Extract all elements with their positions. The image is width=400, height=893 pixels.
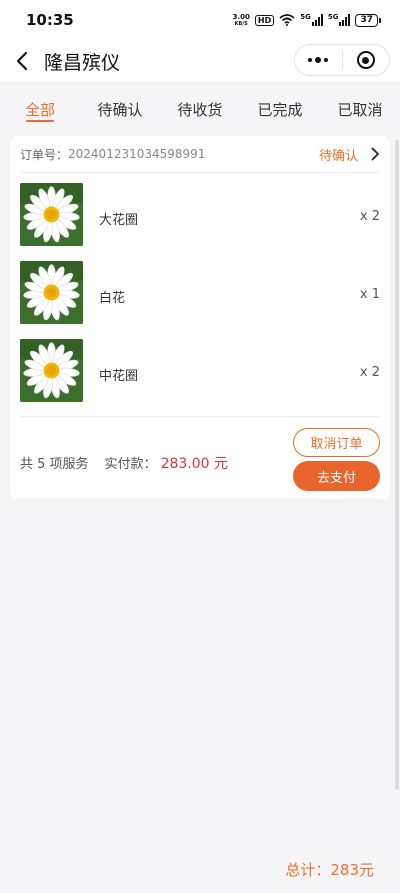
chevron-left-icon — [16, 51, 28, 71]
nav-bar: 隆昌殡仪 — [0, 40, 400, 82]
total-label: 总计： — [285, 861, 331, 879]
mini-program-capsule — [294, 44, 390, 76]
chevron-right-icon — [371, 147, 379, 161]
tab-pending-receipt[interactable]: 待收货 — [160, 82, 240, 132]
tab-all[interactable]: 全部 — [0, 82, 80, 132]
order-status: 待确认 — [318, 148, 358, 164]
total-bar: 总计： 283元 — [0, 846, 400, 893]
item-name: 白花 — [99, 291, 126, 306]
item-quantity: x 1 — [359, 287, 380, 302]
order-summary: 共 5 项服务 实付款： 283.00 元 — [20, 453, 228, 473]
tab-cancelled[interactable]: 已取消 — [320, 82, 400, 132]
close-button[interactable] — [343, 45, 390, 75]
paid-label: 实付款： — [104, 457, 157, 472]
tab-completed[interactable]: 已完成 — [240, 82, 320, 132]
order-status-tabs: 全部 待确认 待收货 已完成 已取消 — [0, 82, 400, 132]
wifi-icon — [279, 14, 295, 26]
order-header: 订单号： 202401231034598991 待确认 — [20, 136, 380, 173]
order-items: 大花圈 x 2 白花 x 1 中花圈 x 2 — [20, 181, 380, 415]
network-speed: 3.00 KB/S — [232, 12, 250, 27]
daisy-flower-image — [20, 183, 83, 246]
list-item[interactable]: 白花 x 1 — [20, 259, 380, 337]
paid-amount: 283.00 元 — [160, 456, 228, 472]
item-quantity: x 2 — [359, 365, 380, 380]
cancel-order-button[interactable]: 取消订单 — [293, 428, 380, 457]
signal-1-label: 5G — [300, 13, 311, 21]
page-title: 隆昌殡仪 — [44, 51, 121, 74]
order-number-label: 订单号： — [20, 147, 69, 162]
order-number: 202401231034598991 — [68, 147, 206, 161]
list-item[interactable]: 中花圈 x 2 — [20, 337, 380, 415]
scrollbar[interactable] — [395, 140, 399, 790]
item-name: 大花圈 — [99, 213, 139, 228]
daisy-flower-image — [20, 261, 83, 324]
status-time: 10:35 — [26, 11, 74, 29]
order-footer: 共 5 项服务 实付款： 283.00 元 取消订单 去支付 — [20, 416, 380, 496]
hd-icon: HD — [254, 14, 275, 26]
network-speed-unit: KB/S — [234, 20, 248, 27]
order-detail-link[interactable] — [358, 144, 380, 164]
daisy-flower-image — [20, 339, 83, 402]
service-count: 共 5 项服务 — [20, 457, 89, 472]
target-icon — [356, 51, 375, 69]
order-card[interactable]: 订单号： 202401231034598991 待确认 大花圈 x 2 白花 x… — [10, 136, 390, 499]
item-name: 中花圈 — [99, 369, 139, 384]
signal-icon-1: 5G — [300, 14, 323, 26]
pay-button[interactable]: 去支付 — [293, 461, 380, 491]
status-bar: 10:35 3.00 KB/S HD 5G 5G 37 — [0, 0, 400, 40]
more-dots-icon — [308, 57, 329, 63]
order-list-page: 10:35 3.00 KB/S HD 5G 5G 37 隆昌殡仪 全部 待确认 … — [0, 0, 400, 893]
tab-pending-confirm[interactable]: 待确认 — [80, 82, 160, 132]
network-speed-value: 3.00 — [232, 12, 250, 21]
signal-2-label: 5G — [327, 13, 339, 21]
back-button[interactable] — [2, 40, 42, 82]
more-button[interactable] — [295, 45, 342, 75]
status-icons: 3.00 KB/S HD 5G 5G 37 — [232, 12, 381, 27]
total-value: 283元 — [330, 861, 374, 879]
signal-icon-2: 5G — [328, 14, 351, 26]
battery-icon: 37 — [355, 13, 381, 27]
item-quantity: x 2 — [359, 209, 380, 224]
list-item[interactable]: 大花圈 x 2 — [20, 181, 380, 259]
